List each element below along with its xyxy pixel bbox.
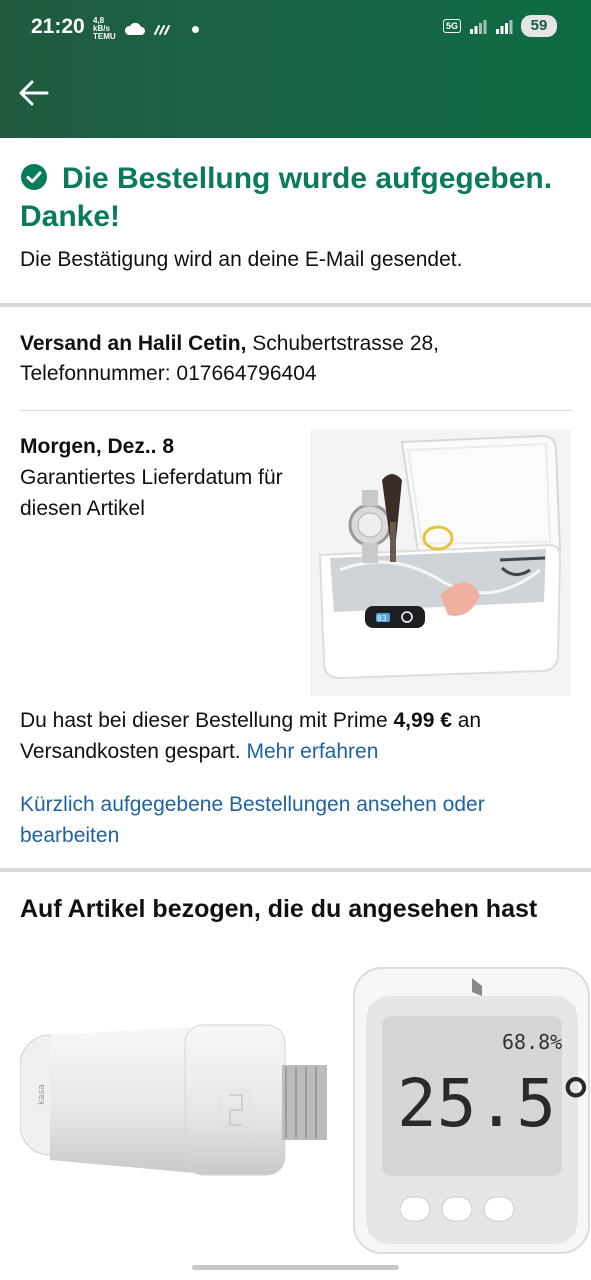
status-bar: 21:20 4,8 kB/s TEMU 5G 59 <box>0 0 591 56</box>
system-icons: 5G 59 <box>442 15 557 37</box>
shipping-phone: Telefonnummer: 017664796404 <box>20 362 317 385</box>
status-time: 21:20 <box>31 15 85 38</box>
recommendation-thermostat-valve[interactable]: kasa <box>20 995 340 1210</box>
order-confirmation: Die Bestellung wurde aufgegeben. Danke! … <box>0 138 591 303</box>
ultrasonic-cleaner-illustration: 03 <box>310 430 571 696</box>
shipping-info: Versand an Halil Cetin, Schubertstrasse … <box>0 307 591 389</box>
recommendation-thermometer[interactable]: 68.8% 25.5° <box>352 966 591 1256</box>
shipping-recipient: Versand an Halil Cetin, <box>20 332 247 355</box>
learn-more-link[interactable]: Mehr erfahren <box>246 740 378 763</box>
humidity-readout: 68.8% <box>502 1030 562 1054</box>
back-arrow-icon[interactable] <box>17 76 51 110</box>
digital-thermometer-illustration: 68.8% 25.5° <box>353 967 591 1254</box>
cloud-icon <box>124 22 145 35</box>
delivery-note: Garantiertes Lieferdatum für diesen Arti… <box>20 466 283 520</box>
product-image-ultrasonic-cleaner[interactable]: 03 <box>310 430 571 696</box>
check-circle-icon <box>21 164 47 190</box>
radiator-thermostat-illustration: kasa <box>20 1024 327 1176</box>
prime-savings-amount: 4,99 € <box>393 709 452 732</box>
wifi-off-icon <box>154 25 170 35</box>
section-divider <box>0 868 591 872</box>
network-5g-badge: 5G <box>442 19 461 33</box>
confirmation-title-text: Die Bestellung wurde aufgegeben. Danke! <box>20 162 553 233</box>
recommendations-title: Auf Artikel bezogen, die du angesehen ha… <box>20 895 538 923</box>
notification-icons: 4,8 kB/s TEMU <box>93 17 199 41</box>
recent-orders-link[interactable]: Kürzlich aufgegebene Bestellungen ansehe… <box>20 789 560 851</box>
prime-text-before: Du hast bei dieser Bestellung mit Prime <box>20 709 394 732</box>
main-content: Die Bestellung wurde aufgegeben. Danke! … <box>0 138 591 711</box>
confirmation-title: Die Bestellung wurde aufgegeben. Danke! <box>20 160 571 236</box>
confirmation-subtitle: Die Bestätigung wird an deine E-Mail ges… <box>20 248 463 271</box>
temperature-readout: 25.5° <box>397 1065 591 1142</box>
shipping-address: Schubertstrasse 28, <box>246 332 440 355</box>
thermostat-brand: kasa <box>37 1084 47 1105</box>
delivery-date: Morgen, Dez.. 8 <box>20 435 175 458</box>
signal-icon <box>470 20 487 34</box>
notification-dot <box>192 25 199 33</box>
cleaner-display-value: 03 <box>377 614 387 623</box>
delivery-text: Morgen, Dez.. 8 Garantiertes Lieferdatum… <box>20 431 290 524</box>
signal-roaming-icon <box>496 20 513 34</box>
delivery-block: Morgen, Dez.. 8 Garantiertes Lieferdatum… <box>0 411 591 711</box>
prime-savings: Du hast bei dieser Bestellung mit Prime … <box>20 705 580 767</box>
battery-indicator: 59 <box>521 15 557 37</box>
app-header: 21:20 4,8 kB/s TEMU 5G 59 <box>0 0 591 138</box>
data-speed-label: 4,8 kB/s TEMU <box>93 16 116 41</box>
home-indicator[interactable] <box>192 1265 399 1270</box>
